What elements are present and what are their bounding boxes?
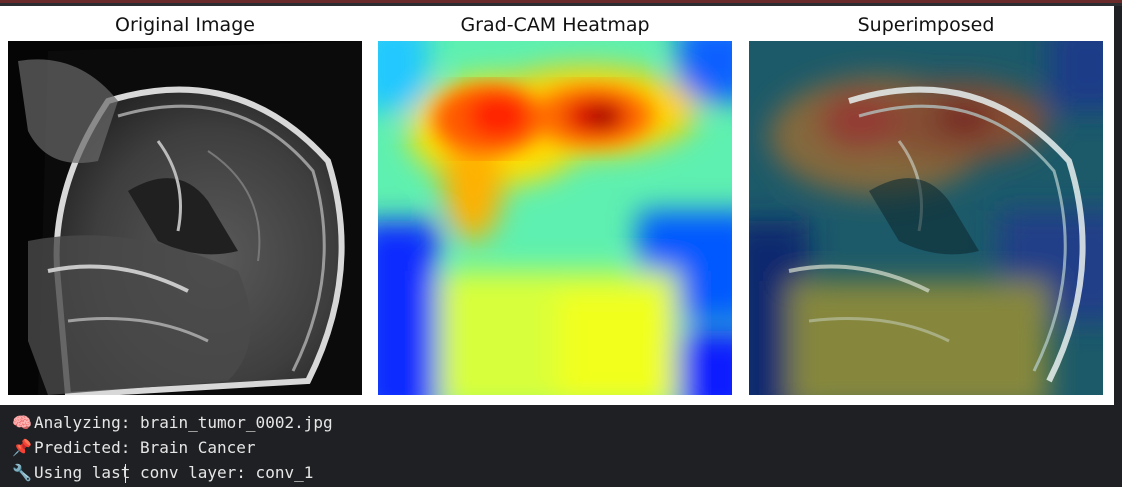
text-cursor xyxy=(125,464,126,483)
wrench-icon: 🔧 xyxy=(12,463,32,482)
cell-output: 🧠 Analyzing: brain_tumor_0002.jpg 📌 Predic… xyxy=(0,405,1122,487)
output-text-conv-layer: Using last conv layer: conv_1 xyxy=(34,463,314,482)
superimposed-image xyxy=(749,41,1103,395)
title-gradcam-heatmap: Grad-CAM Heatmap xyxy=(460,14,650,36)
original-mri-image xyxy=(8,41,362,395)
output-line-analyzing: 🧠 Analyzing: brain_tumor_0002.jpg xyxy=(12,411,333,435)
output-line-predicted: 📌 Predicted: Brain Cancer xyxy=(12,436,256,460)
output-text-analyzing: Analyzing: brain_tumor_0002.jpg xyxy=(34,413,333,432)
top-bar-accent xyxy=(0,0,1122,3)
brain-icon: 🧠 xyxy=(12,413,32,432)
pushpin-icon: 📌 xyxy=(12,438,32,457)
title-superimposed: Superimposed xyxy=(857,14,995,36)
gradcam-heatmap-image xyxy=(378,41,732,395)
title-original-image: Original Image xyxy=(115,14,255,36)
output-line-conv-layer: 🔧 Using last conv layer: conv_1 xyxy=(12,461,313,485)
mri-graphic xyxy=(8,41,362,395)
output-text-predicted: Predicted: Brain Cancer xyxy=(34,438,256,457)
heatmap-graphic xyxy=(378,41,732,395)
superimposed-graphic xyxy=(749,41,1103,395)
matplotlib-figure: Original Image Grad-CAM Heatmap Superimp… xyxy=(0,6,1114,405)
right-gutter xyxy=(1114,6,1122,405)
